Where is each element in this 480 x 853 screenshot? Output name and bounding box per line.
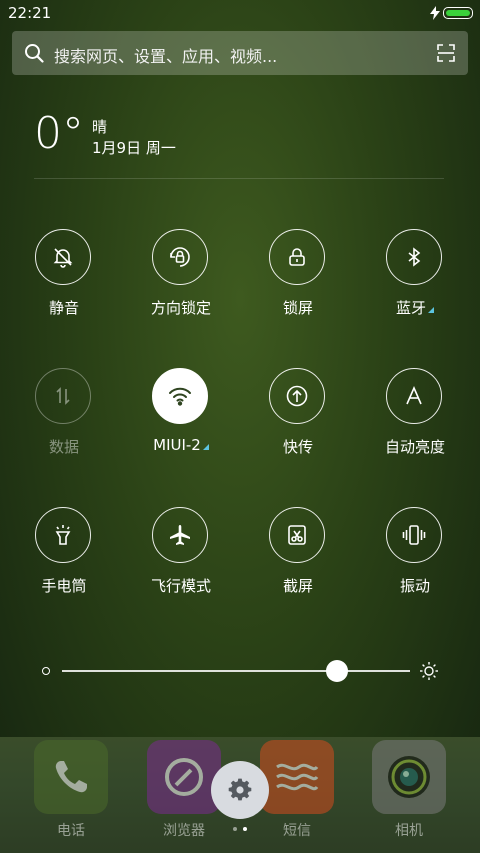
toggle-label: 截屏 (282, 577, 313, 595)
battery-fill (446, 10, 470, 16)
brightness-low-icon (42, 667, 50, 675)
app-messages[interactable]: 短信 (259, 740, 335, 840)
letter-a-icon (406, 386, 422, 405)
toggle-label: 静音 (48, 299, 79, 317)
browser-icon (147, 740, 221, 814)
toggle-circle[interactable] (152, 229, 208, 285)
page-dot (233, 827, 237, 831)
screenshot-scissors-icon (288, 525, 306, 545)
page-dot (243, 827, 247, 831)
airplane-icon (170, 525, 190, 545)
toggle-label: 数据 (48, 438, 79, 456)
vibrate-icon (402, 525, 426, 545)
brightness-slider[interactable] (40, 658, 445, 684)
app-label: 浏览器 (163, 823, 205, 839)
toggle-circle[interactable] (35, 229, 91, 285)
app-label: 相机 (395, 823, 423, 839)
toggle-label: 自动亮度 (384, 438, 445, 456)
search-bar[interactable]: 搜索网页、设置、应用、视频... (12, 31, 468, 75)
toggle-circle[interactable] (269, 507, 325, 563)
toggle-label-wrap: 蓝牙 (365, 297, 465, 318)
toggle-wifi[interactable]: MIUI-2 (131, 368, 231, 468)
toggle-label: 飞行模式 (150, 577, 211, 595)
gear-icon (228, 778, 252, 801)
toggle-screenshot[interactable]: 截屏 (248, 507, 348, 607)
toggle-label: 方向锁定 (150, 299, 211, 317)
toggle-flashlight[interactable]: 手电筒 (14, 507, 114, 607)
toggle-label: 手电筒 (41, 577, 87, 595)
scan-icon[interactable] (436, 43, 456, 63)
toggle-vibrate[interactable]: 振动 (365, 507, 465, 607)
bell-off-icon (53, 248, 73, 268)
phone-icon (34, 740, 108, 814)
charging-bolt-icon (430, 6, 440, 20)
toggle-circle[interactable] (35, 507, 91, 563)
toggle-circle[interactable] (386, 507, 442, 563)
data-arrows-icon (56, 387, 70, 405)
toggle-bluetooth[interactable]: 蓝牙 (365, 229, 465, 329)
lock-icon (289, 248, 305, 266)
toggle-label-wrap: MIUI-2 (131, 436, 231, 454)
weather-temperature: 0° (34, 108, 84, 159)
toggle-data[interactable]: 数据 (14, 368, 114, 468)
app-label: 电话 (57, 823, 85, 839)
weather-date: 1月9日 周一 (92, 139, 176, 157)
toggle-label: 锁屏 (282, 299, 313, 317)
toggle-label: 蓝牙 (395, 299, 426, 317)
rotation-lock-icon (170, 247, 190, 267)
toggle-auto-brightness[interactable]: 自动亮度 (365, 368, 465, 468)
divider (34, 178, 444, 179)
message-icon (260, 740, 334, 814)
search-input[interactable]: 搜索网页、设置、应用、视频... (54, 43, 277, 67)
toggle-circle[interactable] (386, 368, 442, 424)
slider-thumb[interactable] (325, 660, 348, 682)
toggle-circle[interactable] (152, 507, 208, 563)
app-phone[interactable]: 电话 (33, 740, 109, 840)
status-time: 22:21 (8, 4, 52, 22)
app-label: 短信 (283, 823, 311, 839)
toggle-circle[interactable] (152, 368, 208, 424)
expand-indicator-icon (202, 444, 209, 450)
camera-icon (372, 740, 446, 814)
slider-track[interactable] (62, 670, 410, 672)
battery-icon (443, 7, 473, 19)
toggle-circle[interactable] (269, 229, 325, 285)
toggle-silent[interactable]: 静音 (14, 229, 114, 329)
toggle-label: 振动 (399, 577, 430, 595)
weather-condition: 晴 (92, 118, 108, 136)
toggle-label: MIUI-2 (153, 436, 201, 454)
expand-indicator-icon (428, 307, 434, 313)
toggle-rotation-lock[interactable]: 方向锁定 (131, 229, 231, 329)
weather-widget[interactable]: 0° 晴 1月9日 周一 (34, 108, 444, 178)
search-icon (25, 44, 44, 63)
toggle-circle[interactable] (35, 368, 91, 424)
toggle-lock-screen[interactable]: 锁屏 (248, 229, 348, 329)
settings-button[interactable] (211, 761, 269, 819)
toggle-circle[interactable] (269, 368, 325, 424)
app-camera[interactable]: 相机 (371, 740, 447, 840)
toggle-circle[interactable] (386, 229, 442, 285)
flashlight-icon (55, 525, 71, 545)
toggle-quick-transfer[interactable]: 快传 (248, 368, 348, 468)
wifi-icon (169, 387, 191, 406)
bluetooth-icon (408, 247, 421, 267)
status-bar: 22:21 (0, 0, 480, 28)
brightness-high-icon (420, 662, 438, 680)
toggle-airplane[interactable]: 飞行模式 (131, 507, 231, 607)
page-indicator (232, 827, 248, 833)
toggle-label: 快传 (282, 438, 313, 456)
upload-icon (286, 385, 308, 407)
